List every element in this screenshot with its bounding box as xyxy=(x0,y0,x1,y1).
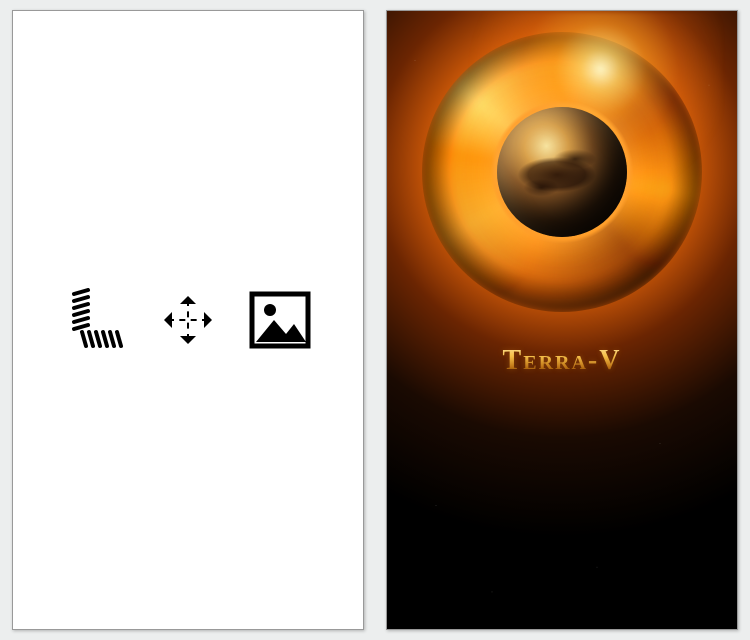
move-icon xyxy=(156,288,220,352)
right-preview-panel: Terra-V xyxy=(386,10,738,630)
scene-title: Terra-V xyxy=(387,345,737,377)
left-preview-panel xyxy=(12,10,364,630)
image-placeholder-icon xyxy=(248,288,312,352)
planet-icon xyxy=(497,107,627,237)
spring-icon xyxy=(64,288,128,352)
canvas: Terra-V xyxy=(0,0,750,640)
icon-row xyxy=(13,288,363,352)
